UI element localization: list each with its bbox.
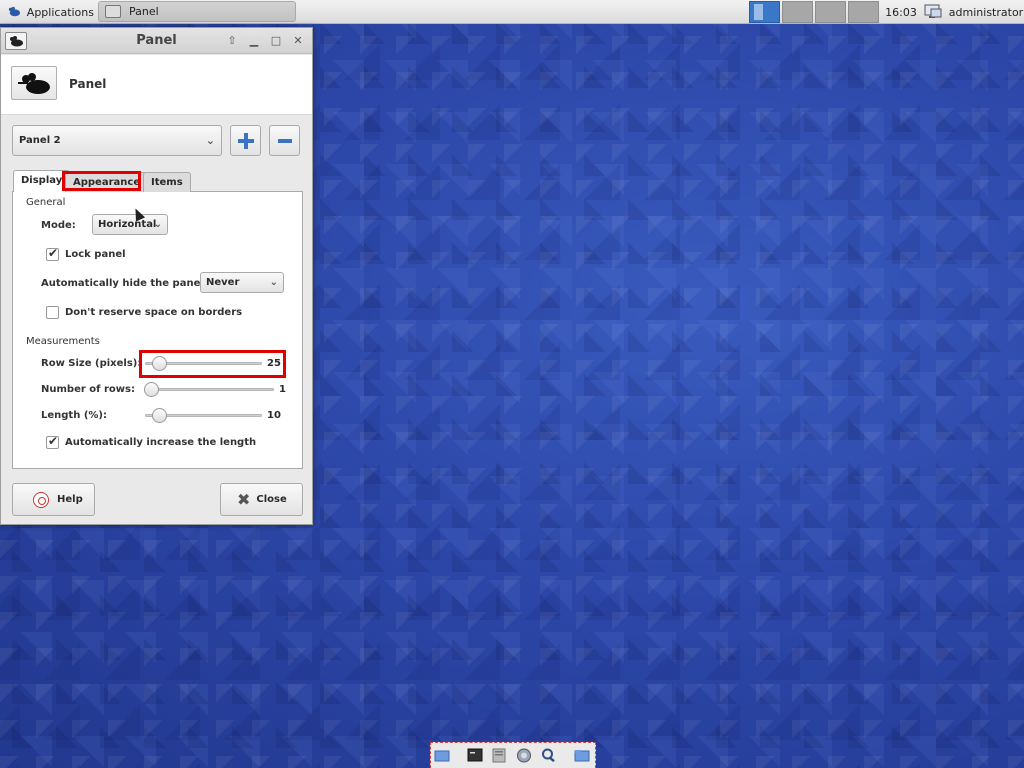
window-title: Panel xyxy=(136,33,177,48)
workspace-1[interactable] xyxy=(749,1,780,23)
rows-slider[interactable] xyxy=(145,388,274,391)
row-size-value: 25 xyxy=(267,358,281,369)
top-panel: Applications Panel 16:03 administrator xyxy=(0,0,1024,24)
close-label: Close xyxy=(256,494,287,505)
mode-dropdown[interactable]: Horizontal ⌄ xyxy=(92,214,168,235)
folder-icon[interactable] xyxy=(574,748,590,763)
autohide-label: Automatically hide the panel: xyxy=(41,278,208,289)
panel-preferences-window: Panel ⇧ ▁ □ ✕ Panel Panel 2 ⌄ Display Ap… xyxy=(0,27,313,525)
minus-icon xyxy=(278,139,292,143)
autohide-dropdown[interactable]: Never ⌄ xyxy=(200,272,284,293)
dialog-header: Panel xyxy=(1,55,312,115)
auto-length-label: Automatically increase the length xyxy=(65,437,257,448)
help-label: Help xyxy=(57,494,83,505)
panel-icon xyxy=(11,66,57,100)
clock[interactable]: 16:03 xyxy=(884,0,918,24)
workspace-2[interactable] xyxy=(782,1,813,23)
rows-value: 1 xyxy=(279,384,286,395)
user-menu[interactable]: administrator xyxy=(948,0,1024,24)
lock-panel-checkbox[interactable] xyxy=(46,246,59,261)
network-icon[interactable] xyxy=(920,0,946,24)
workspace-3[interactable] xyxy=(815,1,846,23)
roll-up-icon[interactable]: ⇧ xyxy=(225,34,239,48)
chevron-down-icon: ⌄ xyxy=(205,134,215,147)
reserve-space-label: Don't reserve space on borders xyxy=(65,307,243,318)
close-icon[interactable]: ✕ xyxy=(291,34,305,48)
file-manager-icon[interactable] xyxy=(491,748,507,763)
length-value: 10 xyxy=(267,410,281,421)
rows-label: Number of rows: xyxy=(41,384,135,395)
tab-items[interactable]: Items xyxy=(143,172,191,192)
reserve-space-checkbox[interactable] xyxy=(46,306,59,319)
row-size-label: Row Size (pixels): xyxy=(41,358,142,369)
mode-label: Mode: xyxy=(41,220,76,231)
mode-value: Horizontal xyxy=(98,219,157,230)
add-panel-button[interactable] xyxy=(230,125,261,156)
measurements-heading: Measurements xyxy=(26,336,100,347)
rows-slider-handle[interactable] xyxy=(144,382,159,397)
close-x-icon: ✖ xyxy=(237,490,251,509)
tab-appearance[interactable]: Appearance xyxy=(65,172,149,192)
monitor-icon xyxy=(924,4,942,18)
general-heading: General xyxy=(26,197,66,208)
close-button[interactable]: ✖ Close xyxy=(220,483,303,516)
minimize-icon[interactable]: ▁ xyxy=(247,34,261,48)
search-icon[interactable] xyxy=(541,748,557,763)
applications-label: Applications xyxy=(26,5,94,19)
row-size-slider-handle[interactable] xyxy=(152,356,167,371)
length-label: Length (%): xyxy=(41,410,107,421)
window-icon xyxy=(105,5,121,18)
remove-panel-button[interactable] xyxy=(269,125,300,156)
help-button[interactable]: Help xyxy=(12,483,95,516)
terminal-icon[interactable] xyxy=(467,748,483,763)
panel-selector-dropdown[interactable]: Panel 2 ⌄ xyxy=(12,125,222,156)
chevron-down-icon: ⌄ xyxy=(269,277,278,288)
dialog-title: Panel xyxy=(69,77,107,91)
auto-length-checkbox[interactable] xyxy=(46,434,59,449)
chevron-down-icon: ⌄ xyxy=(153,219,162,230)
taskbar-button-label: Panel xyxy=(129,5,159,18)
bottom-dock xyxy=(430,742,596,768)
help-icon xyxy=(33,491,49,508)
plus-icon-vertical xyxy=(244,133,248,149)
length-slider-handle[interactable] xyxy=(152,408,167,423)
autohide-value: Never xyxy=(206,277,240,288)
taskbar-button-panel[interactable]: Panel xyxy=(98,1,296,22)
maximize-icon[interactable]: □ xyxy=(269,34,283,48)
workspace-4[interactable] xyxy=(848,1,879,23)
panel-selector-value: Panel 2 xyxy=(19,135,61,146)
titlebar[interactable]: Panel ⇧ ▁ □ ✕ xyxy=(1,28,312,54)
tab-display[interactable]: Display xyxy=(13,170,71,192)
applications-menu-button[interactable]: Applications xyxy=(2,0,94,24)
lock-panel-label: Lock panel xyxy=(65,249,126,260)
xfce-mouse-icon xyxy=(8,6,21,17)
window-menu-icon[interactable] xyxy=(5,32,27,50)
web-browser-icon[interactable] xyxy=(516,748,532,763)
show-desktop-icon[interactable] xyxy=(434,748,450,763)
